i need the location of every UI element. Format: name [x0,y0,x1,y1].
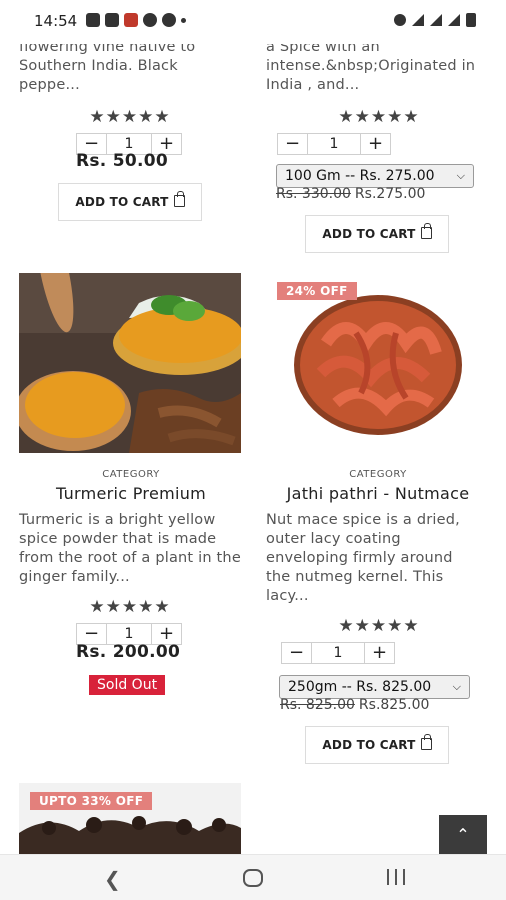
app-icon-2 [162,13,176,27]
product-price: Rs. 200.00 [76,642,181,662]
add-to-cart-label: ADD TO CART [322,738,416,752]
variant-select[interactable]: 250gm -- Rs. 825.00 ⌵ [279,675,470,699]
product-description: flowering vine native to Southern India.… [19,39,196,93]
wifi-icon [448,14,460,26]
flag-icon [124,13,138,27]
old-price: Rs. 825.00 [280,697,355,713]
product-description: a Spice with an intense.&nbsp;Originated… [266,39,476,93]
nutmace-image [266,273,490,453]
price-comparison: Rs. 825.00 Rs.825.00 [280,697,429,713]
rating-stars: ★★★★★ [338,107,420,127]
qty-minus-button[interactable]: − [77,624,107,644]
price-comparison: Rs. 330.00 Rs.275.00 [276,186,425,202]
mail-icon [105,13,119,27]
old-price: Rs. 330.00 [276,186,351,202]
chevron-down-icon: ⌵ [452,680,461,693]
recent-apps-icon[interactable] [387,869,405,885]
sale-price: Rs.275.00 [354,186,426,202]
signal-icon [412,14,424,26]
qty-input[interactable]: 1 [312,643,364,663]
qty-input[interactable]: 1 [308,134,360,154]
bag-icon [420,223,432,239]
product-card-turmeric: CATEGORY Turmeric Premium Turmeric is a … [19,273,259,713]
product-category: CATEGORY [102,469,160,480]
chevron-down-icon: ⌵ [456,169,465,182]
rating-stars: ★★★★★ [89,597,171,617]
quantity-stepper[interactable]: − 1 + [277,133,391,155]
qty-minus-button[interactable]: − [282,643,312,663]
chevron-up-icon: ⌃ [456,825,470,844]
add-to-cart-label: ADD TO CART [75,195,169,209]
signal-icon-2 [430,14,442,26]
bag-icon [420,734,432,750]
product-category: CATEGORY [349,469,407,480]
add-to-cart-button[interactable]: ADD TO CART [305,726,449,764]
hotspot-icon [394,14,406,26]
discount-badge: 24% OFF [277,282,357,300]
product-card-cloves: UPTO 33% OFF [19,783,259,855]
add-to-cart-button[interactable]: ADD TO CART [305,215,449,253]
qty-plus-button[interactable]: + [364,643,394,663]
product-card-nutmace: 24% OFF CATEGORY Jathi pathri - Nutmace … [266,273,506,773]
quantity-stepper[interactable]: − 1 + [281,642,395,664]
qty-input[interactable]: 1 [107,624,151,644]
battery-icon [466,13,476,27]
back-icon[interactable]: ❮ [104,867,121,891]
message-icon [86,13,100,27]
product-name[interactable]: Turmeric Premium [11,484,251,503]
discount-badge: UPTO 33% OFF [30,792,153,810]
product-description: Turmeric is a bright yellow spice powder… [19,512,241,585]
variant-select[interactable]: 100 Gm -- Rs. 275.00 ⌵ [276,164,474,188]
home-icon[interactable] [243,869,263,887]
variant-select-value: 100 Gm -- Rs. 275.00 [285,168,435,184]
qty-plus-button[interactable]: + [360,134,390,154]
status-bar: 14:54 [0,0,506,44]
product-image-turmeric[interactable] [19,273,241,453]
variant-select-value: 250gm -- Rs. 825.00 [288,679,432,695]
qty-plus-button[interactable]: + [151,624,181,644]
product-price: Rs. 50.00 [76,151,169,171]
product-image-nutmace[interactable] [266,273,490,453]
notification-icons [86,13,186,27]
turmeric-image [19,273,241,453]
sold-out-badge: Sold Out [89,675,166,695]
add-to-cart-button[interactable]: ADD TO CART [58,183,202,221]
qty-minus-button[interactable]: − [278,134,308,154]
rating-stars: ★★★★★ [89,107,171,127]
rating-stars: ★★★★★ [338,616,420,636]
status-time: 14:54 [34,12,78,30]
bag-icon [173,191,185,207]
app-icon [143,13,157,27]
scroll-to-top-button[interactable]: ⌃ [439,815,487,855]
sale-price: Rs.825.00 [358,697,430,713]
more-dot-icon [181,17,186,23]
product-name[interactable]: Jathi pathri - Nutmace [258,484,498,503]
add-to-cart-label: ADD TO CART [322,227,416,241]
system-icons [394,13,476,27]
product-description: Nut mace spice is a dried, outer lacy co… [266,512,460,604]
system-navigation-bar: ❮ [0,854,506,900]
